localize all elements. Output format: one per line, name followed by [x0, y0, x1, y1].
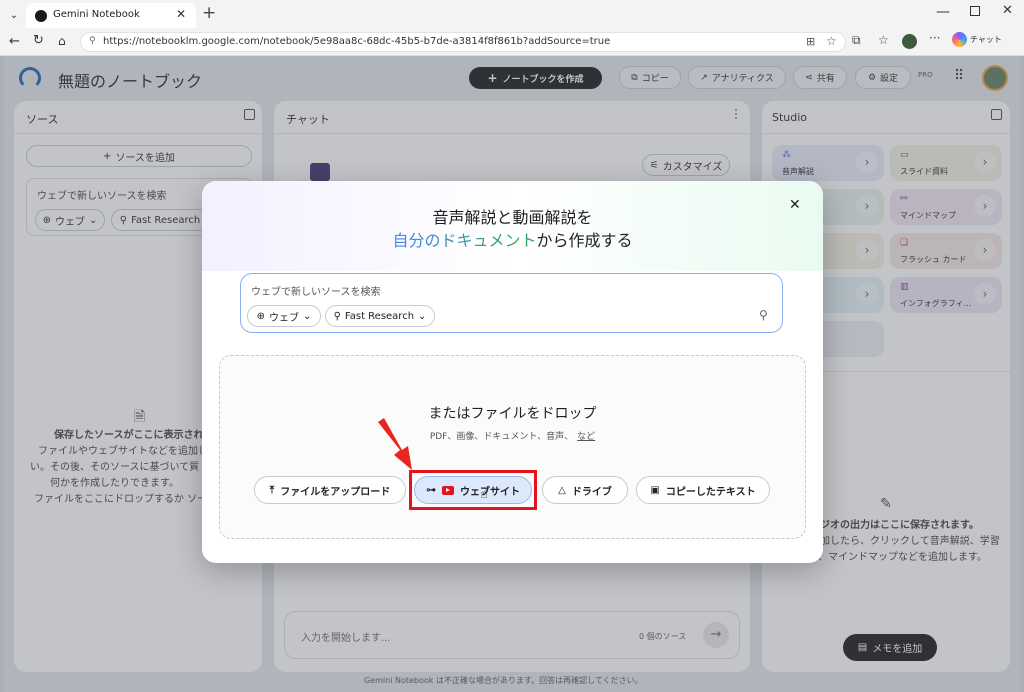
clipboard-icon: ▣ [650, 484, 660, 496]
dialog-web-chip[interactable]: ⊕ ウェブ ⌄ [247, 305, 321, 327]
search-submit-icon[interactable]: ⚲ [759, 308, 768, 322]
favorite-star-icon[interactable]: ☆ [826, 34, 837, 48]
dialog-heading-line2: 自分のドキュメントから作成する [202, 227, 823, 251]
dialog-fast-research-label: Fast Research [344, 310, 415, 322]
dialog-search-box[interactable]: ウェブで新しいソースを検索 ⊕ ウェブ ⌄ ⚲ Fast Research ⌄ ⚲ [240, 273, 783, 333]
copied-text-label: コピーしたテキスト [665, 486, 756, 498]
dialog-heading-rest: から作成する [536, 231, 633, 250]
browser-tab[interactable]: Gemini Notebook ✕ [26, 3, 196, 28]
site-info-icon[interactable]: ⚲ [89, 36, 96, 46]
more-icon[interactable]: ··· [929, 31, 940, 45]
new-tab-button[interactable]: + [202, 3, 216, 23]
drive-icon: △ [558, 484, 566, 496]
dialog-heading-line1: 音声解説と動画解説を [432, 208, 593, 227]
add-source-dialog: ✕ 音声解説と動画解説を 自分のドキュメントから作成する ウェブで新しいソースを… [202, 181, 823, 563]
dialog-fast-research-chip[interactable]: ⚲ Fast Research ⌄ [325, 305, 435, 327]
split-screen-icon[interactable]: ⊞ [806, 35, 815, 48]
copied-text-button[interactable]: ▣ コピーしたテキスト [636, 476, 770, 504]
drive-button[interactable]: △ ドライブ [542, 476, 628, 504]
home-icon[interactable]: ⌂ [58, 34, 66, 48]
copilot-button[interactable]: チャット [952, 32, 1002, 47]
link-icon: ⊶ [426, 484, 436, 496]
address-bar[interactable]: ⚲ https://notebooklm.google.com/notebook… [80, 32, 846, 52]
tab-list-button[interactable]: ⌄ [6, 8, 22, 24]
browser-chrome: ⌄ Gemini Notebook ✕ + — ✕ ← ↻ ⌂ ⚲ https:… [0, 0, 1024, 56]
research-icon: ⚲ [333, 310, 341, 322]
tab-title: Gemini Notebook [53, 9, 140, 20]
gemini-notebook-favicon [35, 10, 47, 22]
file-drop-zone[interactable] [219, 355, 806, 539]
back-icon[interactable]: ← [9, 34, 20, 49]
chevron-down-icon: ⌄ [303, 310, 312, 322]
website-button[interactable]: ⊶ ウェブサイト [414, 476, 532, 504]
youtube-icon [442, 485, 454, 495]
annotation-arrow [378, 418, 412, 470]
maximize-button[interactable] [970, 6, 980, 16]
globe-icon: ⊕ [256, 310, 265, 322]
dialog-heading-highlight: 自分のドキュメント [392, 231, 537, 250]
tab-close-icon[interactable]: ✕ [176, 7, 186, 21]
mouse-cursor-hand-icon: ☝ [480, 487, 488, 502]
dialog-web-chip-label: ウェブ [269, 312, 299, 324]
copilot-label: チャット [970, 35, 1002, 44]
more-formats-link[interactable]: など [577, 432, 595, 442]
copilot-icon [952, 32, 967, 47]
favorites-icon[interactable]: ☆ [878, 33, 889, 47]
window-close-button[interactable]: ✕ [1002, 3, 1013, 18]
extensions-icon[interactable]: ⧉ [852, 33, 861, 48]
drop-subtitle: PDF、画像、ドキュメント、音声、 など [202, 429, 823, 442]
url-text: https://notebooklm.google.com/notebook/5… [103, 36, 611, 47]
minimize-button[interactable]: — [936, 4, 950, 20]
upload-file-button[interactable]: ⤒ ファイルをアップロード [254, 476, 406, 504]
upload-file-label: ファイルをアップロード [280, 486, 391, 498]
drop-formats: PDF、画像、ドキュメント、音声、 [429, 432, 574, 442]
reload-icon[interactable]: ↻ [33, 33, 44, 48]
upload-icon: ⤒ [269, 484, 275, 496]
drive-label: ドライブ [571, 486, 612, 498]
website-label: ウェブサイト [460, 486, 520, 498]
chevron-down-icon: ⌄ [418, 310, 427, 322]
profile-avatar[interactable] [902, 34, 917, 49]
dialog-search-placeholder: ウェブで新しいソースを検索 [251, 287, 381, 298]
drop-title: またはファイルをドロップ [428, 406, 597, 422]
